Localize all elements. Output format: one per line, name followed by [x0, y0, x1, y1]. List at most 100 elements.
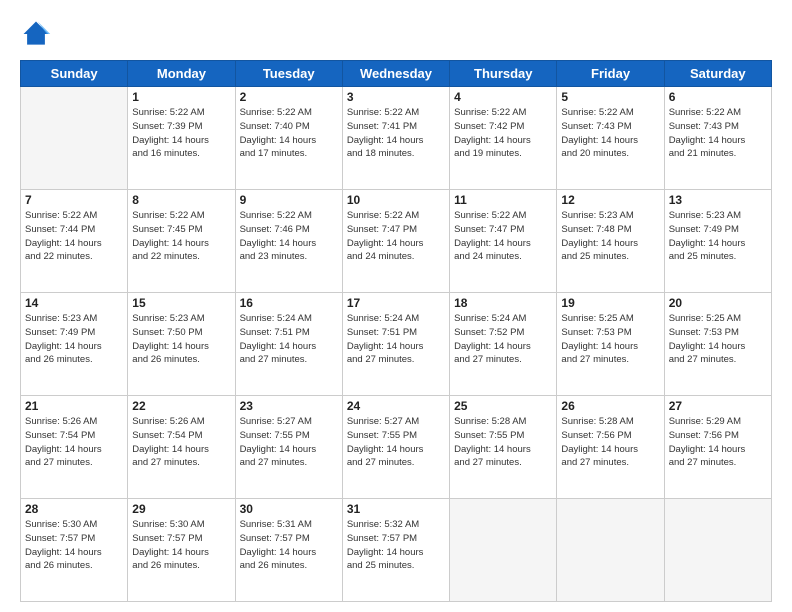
calendar-cell: 15 Sunrise: 5:23 AM Sunset: 7:50 PM Dayli…	[128, 293, 235, 396]
day-info: Sunrise: 5:27 AM Sunset: 7:55 PM Dayligh…	[347, 415, 445, 470]
calendar-cell	[450, 499, 557, 602]
calendar-cell: 13 Sunrise: 5:23 AM Sunset: 7:49 PM Dayli…	[664, 190, 771, 293]
day-number: 5	[561, 90, 659, 104]
col-header-saturday: Saturday	[664, 61, 771, 87]
day-info: Sunrise: 5:22 AM Sunset: 7:42 PM Dayligh…	[454, 106, 552, 161]
day-info: Sunrise: 5:32 AM Sunset: 7:57 PM Dayligh…	[347, 518, 445, 573]
day-number: 25	[454, 399, 552, 413]
calendar-table: SundayMondayTuesdayWednesdayThursdayFrid…	[20, 60, 772, 602]
calendar-cell: 8 Sunrise: 5:22 AM Sunset: 7:45 PM Daylig…	[128, 190, 235, 293]
calendar-cell: 27 Sunrise: 5:29 AM Sunset: 7:56 PM Dayli…	[664, 396, 771, 499]
calendar-cell: 26 Sunrise: 5:28 AM Sunset: 7:56 PM Dayli…	[557, 396, 664, 499]
calendar-cell: 22Sunrise: 5:26 AM Sunset: 7:54 PM Dayli…	[128, 396, 235, 499]
day-info: Sunrise: 5:27 AM Sunset: 7:55 PM Dayligh…	[240, 415, 338, 470]
calendar-cell: 21 Sunrise: 5:26 AM Sunset: 7:54 PM Dayli…	[21, 396, 128, 499]
calendar-cell: 10 Sunrise: 5:22 AM Sunset: 7:47 PM Dayli…	[342, 190, 449, 293]
calendar-cell: 16 Sunrise: 5:24 AM Sunset: 7:51 PM Dayli…	[235, 293, 342, 396]
calendar-cell: 18 Sunrise: 5:24 AM Sunset: 7:52 PM Dayli…	[450, 293, 557, 396]
calendar-cell	[21, 87, 128, 190]
header-row: SundayMondayTuesdayWednesdayThursdayFrid…	[21, 61, 772, 87]
day-info: Sunrise: 5:23 AM Sunset: 7:48 PM Dayligh…	[561, 209, 659, 264]
day-info: Sunrise: 5:28 AM Sunset: 7:55 PM Dayligh…	[454, 415, 552, 470]
day-number: 21	[25, 399, 123, 413]
day-info: Sunrise: 5:22 AM Sunset: 7:45 PM Dayligh…	[132, 209, 230, 264]
day-info: Sunrise: 5:22 AM Sunset: 7:43 PM Dayligh…	[561, 106, 659, 161]
day-number: 10	[347, 193, 445, 207]
col-header-thursday: Thursday	[450, 61, 557, 87]
day-number: 18	[454, 296, 552, 310]
calendar-cell: 31 Sunrise: 5:32 AM Sunset: 7:57 PM Dayli…	[342, 499, 449, 602]
logo-icon	[20, 18, 52, 50]
day-number: 3	[347, 90, 445, 104]
day-info: Sunrise: 5:25 AM Sunset: 7:53 PM Dayligh…	[669, 312, 767, 367]
calendar-cell: 28Sunrise: 5:30 AM Sunset: 7:57 PM Dayli…	[21, 499, 128, 602]
day-number: 13	[669, 193, 767, 207]
calendar-cell: 7Sunrise: 5:22 AM Sunset: 7:44 PM Daylig…	[21, 190, 128, 293]
day-number: 26	[561, 399, 659, 413]
calendar-cell	[557, 499, 664, 602]
day-number: 15	[132, 296, 230, 310]
day-number: 8	[132, 193, 230, 207]
page: SundayMondayTuesdayWednesdayThursdayFrid…	[0, 0, 792, 612]
calendar-week-3: 21 Sunrise: 5:26 AM Sunset: 7:54 PM Dayli…	[21, 396, 772, 499]
calendar-cell: 5 Sunrise: 5:22 AM Sunset: 7:43 PM Daylig…	[557, 87, 664, 190]
day-number: 11	[454, 193, 552, 207]
day-info: Sunrise: 5:22 AM Sunset: 7:47 PM Dayligh…	[454, 209, 552, 264]
day-info: Sunrise: 5:30 AM Sunset: 7:57 PM Dayligh…	[132, 518, 230, 573]
day-info: Sunrise: 5:31 AM Sunset: 7:57 PM Dayligh…	[240, 518, 338, 573]
day-number: 2	[240, 90, 338, 104]
calendar-cell: 3 Sunrise: 5:22 AM Sunset: 7:41 PM Daylig…	[342, 87, 449, 190]
calendar-cell: 4 Sunrise: 5:22 AM Sunset: 7:42 PM Daylig…	[450, 87, 557, 190]
day-info: Sunrise: 5:23 AM Sunset: 7:49 PM Dayligh…	[669, 209, 767, 264]
calendar-cell: 17 Sunrise: 5:24 AM Sunset: 7:51 PM Dayli…	[342, 293, 449, 396]
calendar-cell	[664, 499, 771, 602]
calendar-cell: 6Sunrise: 5:22 AM Sunset: 7:43 PM Daylig…	[664, 87, 771, 190]
day-info: Sunrise: 5:22 AM Sunset: 7:39 PM Dayligh…	[132, 106, 230, 161]
calendar-week-2: 14 Sunrise: 5:23 AM Sunset: 7:49 PM Dayli…	[21, 293, 772, 396]
day-info: Sunrise: 5:24 AM Sunset: 7:52 PM Dayligh…	[454, 312, 552, 367]
day-info: Sunrise: 5:30 AM Sunset: 7:57 PM Dayligh…	[25, 518, 123, 573]
day-number: 23	[240, 399, 338, 413]
day-number: 16	[240, 296, 338, 310]
day-info: Sunrise: 5:25 AM Sunset: 7:53 PM Dayligh…	[561, 312, 659, 367]
calendar-cell: 2 Sunrise: 5:22 AM Sunset: 7:40 PM Daylig…	[235, 87, 342, 190]
day-info: Sunrise: 5:28 AM Sunset: 7:56 PM Dayligh…	[561, 415, 659, 470]
day-number: 24	[347, 399, 445, 413]
col-header-wednesday: Wednesday	[342, 61, 449, 87]
calendar-week-1: 7Sunrise: 5:22 AM Sunset: 7:44 PM Daylig…	[21, 190, 772, 293]
day-info: Sunrise: 5:22 AM Sunset: 7:40 PM Dayligh…	[240, 106, 338, 161]
day-number: 7	[25, 193, 123, 207]
calendar-cell: 29 Sunrise: 5:30 AM Sunset: 7:57 PM Dayli…	[128, 499, 235, 602]
calendar-cell: 19Sunrise: 5:25 AM Sunset: 7:53 PM Dayli…	[557, 293, 664, 396]
day-number: 4	[454, 90, 552, 104]
day-info: Sunrise: 5:26 AM Sunset: 7:54 PM Dayligh…	[25, 415, 123, 470]
day-info: Sunrise: 5:24 AM Sunset: 7:51 PM Dayligh…	[240, 312, 338, 367]
day-info: Sunrise: 5:23 AM Sunset: 7:49 PM Dayligh…	[25, 312, 123, 367]
calendar-cell: 11 Sunrise: 5:22 AM Sunset: 7:47 PM Dayli…	[450, 190, 557, 293]
calendar-week-4: 28Sunrise: 5:30 AM Sunset: 7:57 PM Dayli…	[21, 499, 772, 602]
header	[20, 18, 772, 50]
day-info: Sunrise: 5:22 AM Sunset: 7:47 PM Dayligh…	[347, 209, 445, 264]
calendar-cell: 23 Sunrise: 5:27 AM Sunset: 7:55 PM Dayli…	[235, 396, 342, 499]
day-info: Sunrise: 5:26 AM Sunset: 7:54 PM Dayligh…	[132, 415, 230, 470]
day-info: Sunrise: 5:24 AM Sunset: 7:51 PM Dayligh…	[347, 312, 445, 367]
col-header-tuesday: Tuesday	[235, 61, 342, 87]
calendar-cell: 20 Sunrise: 5:25 AM Sunset: 7:53 PM Dayli…	[664, 293, 771, 396]
day-info: Sunrise: 5:22 AM Sunset: 7:46 PM Dayligh…	[240, 209, 338, 264]
calendar-cell: 12Sunrise: 5:23 AM Sunset: 7:48 PM Dayli…	[557, 190, 664, 293]
day-info: Sunrise: 5:29 AM Sunset: 7:56 PM Dayligh…	[669, 415, 767, 470]
day-number: 20	[669, 296, 767, 310]
day-number: 27	[669, 399, 767, 413]
day-number: 14	[25, 296, 123, 310]
calendar-cell: 1 Sunrise: 5:22 AM Sunset: 7:39 PM Daylig…	[128, 87, 235, 190]
calendar-cell: 9 Sunrise: 5:22 AM Sunset: 7:46 PM Daylig…	[235, 190, 342, 293]
day-number: 9	[240, 193, 338, 207]
day-info: Sunrise: 5:22 AM Sunset: 7:43 PM Dayligh…	[669, 106, 767, 161]
day-info: Sunrise: 5:23 AM Sunset: 7:50 PM Dayligh…	[132, 312, 230, 367]
day-number: 29	[132, 502, 230, 516]
day-info: Sunrise: 5:22 AM Sunset: 7:41 PM Dayligh…	[347, 106, 445, 161]
day-number: 17	[347, 296, 445, 310]
calendar-cell: 25 Sunrise: 5:28 AM Sunset: 7:55 PM Dayli…	[450, 396, 557, 499]
day-number: 1	[132, 90, 230, 104]
day-number: 31	[347, 502, 445, 516]
